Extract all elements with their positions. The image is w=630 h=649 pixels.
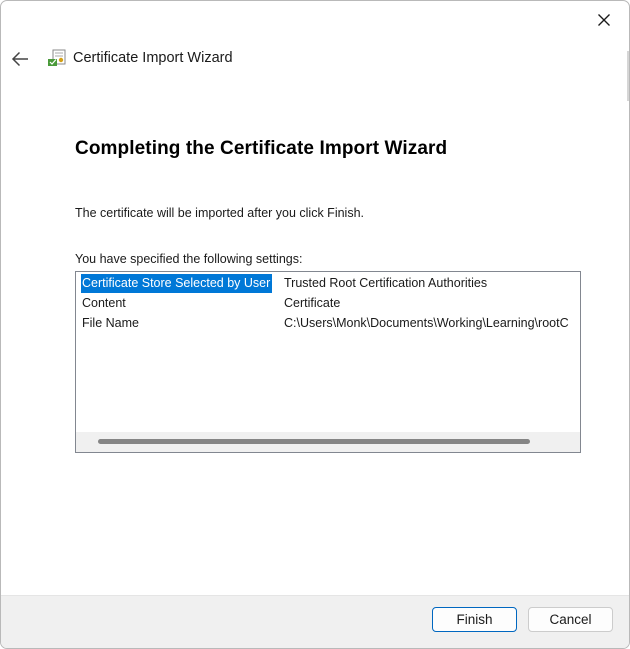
close-icon [598,14,610,26]
settings-row-value: Trusted Root Certification Authorities [284,276,488,290]
page-heading: Completing the Certificate Import Wizard [75,138,448,159]
wizard-header: Certificate Import Wizard [1,39,629,79]
settings-row-value: Certificate [284,296,341,310]
settings-list[interactable]: Certificate Store Selected by User Trust… [75,271,581,453]
horizontal-scrollbar[interactable] [76,432,580,452]
settings-row[interactable]: Content Certificate [76,294,580,314]
certificate-import-wizard-window: Certificate Import Wizard Completing the… [0,0,630,649]
settings-row-key: Certificate Store Selected by User [81,274,273,293]
finish-button[interactable]: Finish [432,607,517,632]
scrollbar-thumb[interactable] [98,439,530,444]
back-arrow-icon [11,51,28,67]
back-button[interactable] [9,48,31,70]
settings-label: You have specified the following setting… [75,252,303,266]
settings-row[interactable]: File Name C:\Users\Monk\Documents\Workin… [76,314,580,334]
wizard-title: Certificate Import Wizard [73,50,233,66]
settings-row-value: C:\Users\Monk\Documents\Working\Learning… [284,316,569,330]
settings-row-key: Content [82,296,126,310]
close-button[interactable] [589,7,619,33]
settings-row[interactable]: Certificate Store Selected by User Trust… [76,274,580,294]
settings-row-key: File Name [82,316,139,330]
certificate-wizard-icon [48,49,66,66]
cancel-button[interactable]: Cancel [528,607,613,632]
wizard-footer: Finish Cancel [1,595,629,648]
intro-text: The certificate will be imported after y… [75,206,364,220]
